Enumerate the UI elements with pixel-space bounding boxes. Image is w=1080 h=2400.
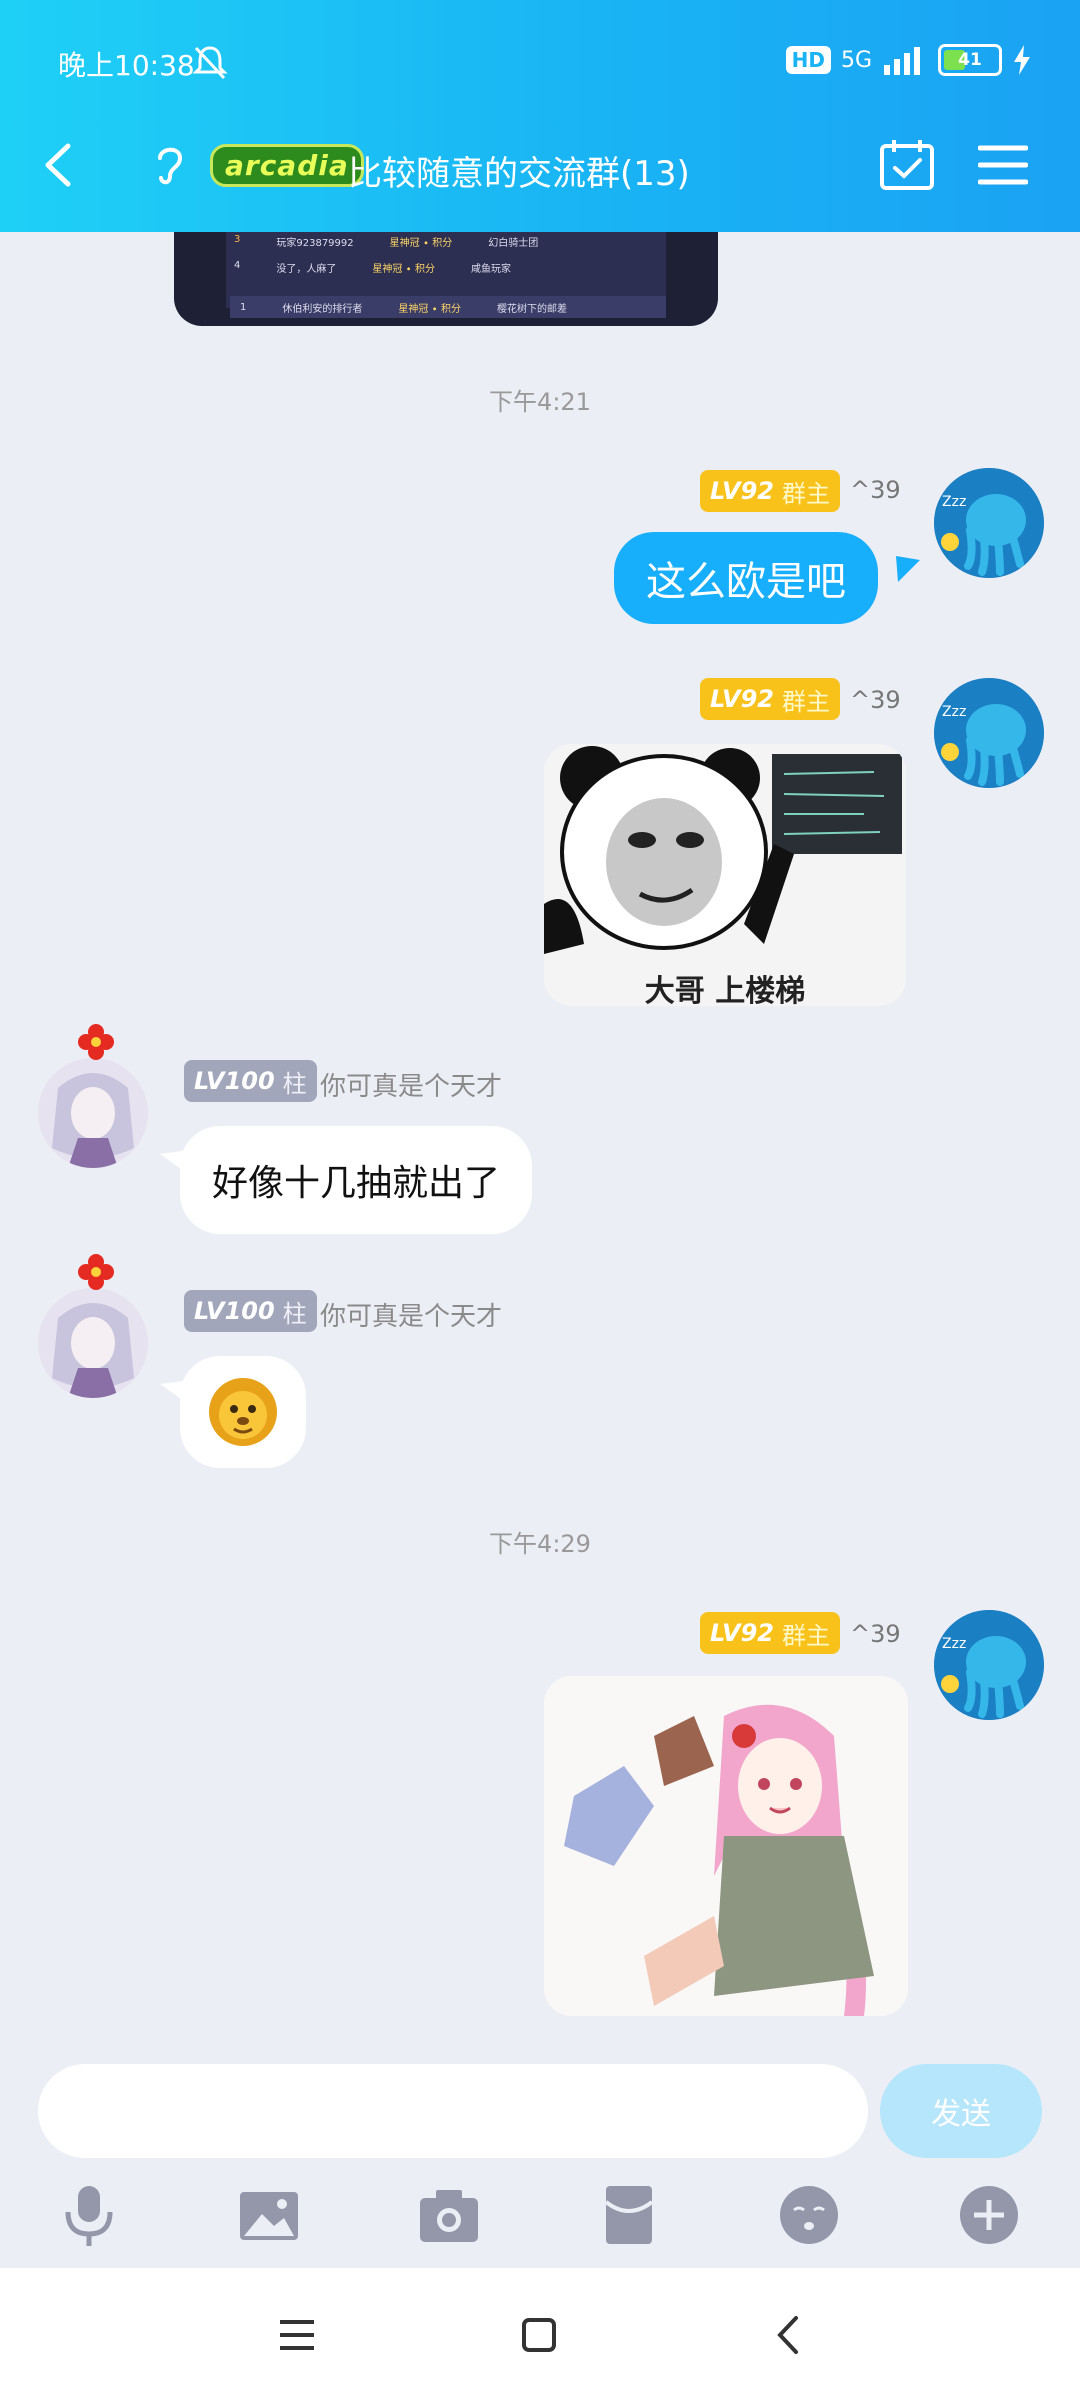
message-bubble-incoming[interactable] <box>180 1356 306 1468</box>
level-text: LV92 <box>710 685 774 713</box>
member-extra: ^39 <box>850 476 901 504</box>
signal-icon <box>884 47 920 75</box>
anime-avatar-icon <box>38 1288 148 1398</box>
lion-face-emoji <box>209 1378 277 1446</box>
player-name: 休伯利安的排行者 <box>282 303 363 315</box>
sender-nickname[interactable]: 你可真是个天才 <box>320 1066 502 1103</box>
back-button[interactable] <box>38 140 78 190</box>
rank: 1 <box>240 301 247 313</box>
red-flower-icon <box>78 1024 114 1060</box>
network-label: 5G <box>840 47 872 73</box>
avatar[interactable]: Zzz <box>934 1610 1044 1720</box>
level-badge: LV100 柱 <box>184 1290 317 1332</box>
member-extra: ^39 <box>850 686 901 714</box>
level-badge: LV92 群主 <box>700 678 840 720</box>
score: 星神冠 ∙ 积分 <box>389 238 453 249</box>
role-text: 柱 <box>282 1299 307 1328</box>
message-input[interactable] <box>38 2064 868 2158</box>
level-text: LV92 <box>710 1619 774 1647</box>
plus-icon[interactable] <box>954 2180 1024 2250</box>
leaderboard-self-row: 1 休伯利安的排行者 星神冠 ∙ 积分 樱花树下的邮差 <box>230 296 666 318</box>
leaderboard-image[interactable]: 3 玩家923879992 星神冠 ∙ 积分 幻白骑士团 4 没了，人麻了 星神… <box>174 232 718 326</box>
octopus-avatar-icon: Zzz <box>934 468 1044 578</box>
image-icon[interactable] <box>234 2180 304 2250</box>
back-icon[interactable] <box>764 2310 814 2360</box>
role-text: 柱 <box>282 1069 307 1098</box>
player-title: 咸鱼玩家 <box>471 264 511 275</box>
level-badge: LV92 群主 <box>700 1612 840 1654</box>
battery-icon: 41 <box>938 44 1002 76</box>
player-name: 玩家923879992 <box>276 238 354 249</box>
red-packet-icon[interactable] <box>594 2180 664 2250</box>
timestamp: 下午4:29 <box>489 1530 591 1558</box>
home-icon[interactable] <box>514 2310 564 2360</box>
player-name: 没了，人麻了 <box>276 264 337 275</box>
level-text: LV100 <box>194 1297 275 1325</box>
microphone-icon[interactable] <box>54 2180 124 2250</box>
sender-nickname[interactable]: 你可真是个天才 <box>320 1296 502 1333</box>
bubble-tail <box>896 556 920 582</box>
hd-badge: HD <box>785 46 831 74</box>
status-time: 晚上10:38 <box>58 49 195 82</box>
panda-sticker-image[interactable]: 大哥 上楼梯 <box>544 744 906 1006</box>
player-title: 幻白骑士团 <box>488 238 539 249</box>
level-text: LV92 <box>710 477 774 505</box>
sticker-caption: 大哥 上楼梯 <box>644 974 806 1006</box>
chat-header <box>0 0 1080 232</box>
player-title: 樱花树下的邮差 <box>497 303 567 315</box>
rank: 4 <box>234 260 241 271</box>
svg-text:Zzz: Zzz <box>942 1636 966 1652</box>
anime-girl-sticker[interactable] <box>544 1676 908 2016</box>
level-text: LV100 <box>194 1067 275 1095</box>
calendar-check-icon[interactable] <box>878 138 936 192</box>
score: 星神冠 ∙ 积分 <box>398 303 461 315</box>
emoji-icon[interactable] <box>774 2180 844 2250</box>
menu-icon[interactable] <box>272 2310 322 2360</box>
timestamp: 下午4:21 <box>489 388 591 416</box>
anime-girl-image-icon <box>544 1676 908 2016</box>
anime-avatar-icon <box>38 1058 148 1168</box>
status-right: HD 5G 41 <box>785 44 1032 76</box>
avatar[interactable] <box>38 1024 148 1168</box>
avatar[interactable]: Zzz <box>934 678 1044 788</box>
level-badge: LV92 群主 <box>700 470 840 512</box>
role-text: 群主 <box>781 479 830 508</box>
level-badge: LV100 柱 <box>184 1060 317 1102</box>
mute-bell-icon <box>192 46 228 80</box>
role-text: 群主 <box>781 687 830 716</box>
leaderboard-row: 3 玩家923879992 星神冠 ∙ 积分 幻白骑士团 <box>234 234 538 249</box>
red-flower-icon <box>78 1254 114 1290</box>
send-button[interactable]: 发送 <box>880 2064 1042 2158</box>
role-text: 群主 <box>781 1621 830 1650</box>
member-extra: ^39 <box>850 1620 901 1648</box>
rank: 3 <box>234 234 241 245</box>
charging-icon <box>1014 45 1030 75</box>
svg-text:Zzz: Zzz <box>942 494 966 510</box>
leaderboard-row: 4 没了，人麻了 星神冠 ∙ 积分 咸鱼玩家 <box>234 260 511 275</box>
battery-level: 41 <box>958 50 982 70</box>
octopus-avatar-icon: Zzz <box>934 1610 1044 1720</box>
octopus-avatar-icon: Zzz <box>934 678 1044 788</box>
svg-text:Zzz: Zzz <box>942 704 966 720</box>
score: 星神冠 ∙ 积分 <box>372 264 435 275</box>
camera-icon[interactable] <box>414 2180 484 2250</box>
chat-title[interactable]: 比较随意的交流群(13) <box>348 146 690 195</box>
message-bubble-incoming[interactable]: 好像十几抽就出了 <box>180 1126 533 1234</box>
group-tag-arcadia: arcadia <box>210 144 364 187</box>
avatar[interactable] <box>38 1254 148 1398</box>
menu-icon[interactable] <box>978 142 1028 188</box>
ear-mode-icon[interactable] <box>150 140 190 190</box>
message-bubble-outgoing[interactable]: 这么欧是吧 <box>614 532 878 624</box>
avatar[interactable]: Zzz <box>934 468 1044 578</box>
